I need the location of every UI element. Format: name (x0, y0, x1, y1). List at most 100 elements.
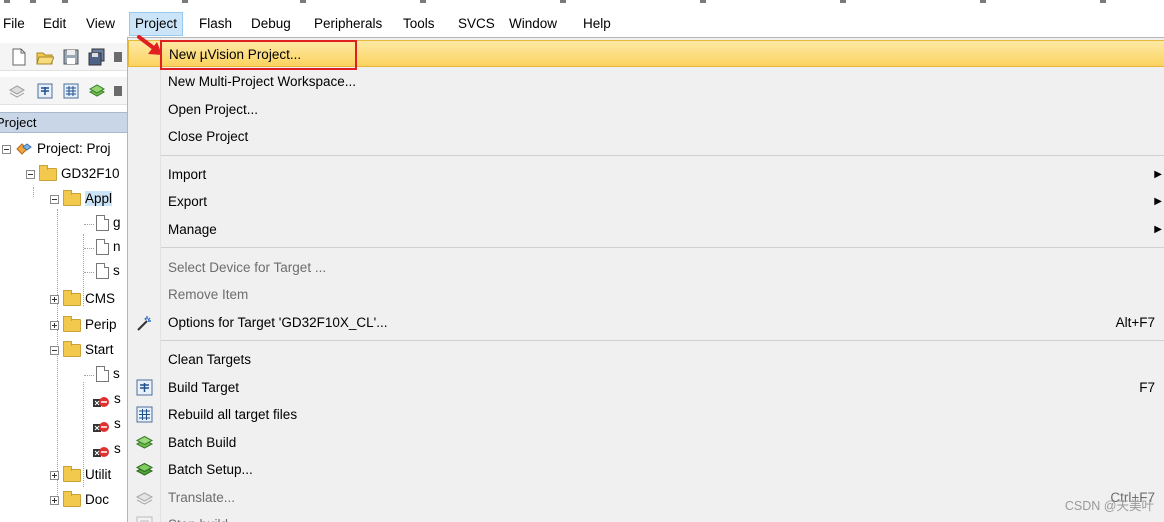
file-icon (96, 263, 109, 280)
tree-file-asm[interactable]: s (92, 387, 121, 411)
tree-file-asm[interactable]: s (92, 412, 121, 436)
submenu-arrow-icon: ▶ (1154, 169, 1162, 180)
menu-item-import[interactable]: Import ▶ (128, 161, 1164, 188)
tree-label: Perip (85, 317, 117, 332)
menu-item-label: Manage (168, 222, 217, 237)
menu-item-manage[interactable]: Manage ▶ (128, 216, 1164, 243)
stop-build-icon (136, 516, 153, 522)
folder-icon (63, 315, 81, 332)
menu-item-new-multi-project-workspace[interactable]: New Multi-Project Workspace... (128, 68, 1164, 95)
menu-item-label: Select Device for Target ... (168, 260, 327, 275)
menu-item-close-project[interactable]: Close Project (128, 123, 1164, 150)
tree-label: CMS (85, 291, 115, 306)
tree-group-application[interactable]: Appl (50, 187, 113, 211)
save-all-icon[interactable] (88, 48, 106, 66)
menu-svcs[interactable]: SVCS (453, 12, 500, 36)
tree-label: Start (85, 342, 114, 357)
menu-item-select-device[interactable]: Select Device for Target ... (128, 254, 1164, 281)
menu-window[interactable]: Window (504, 12, 562, 36)
menu-item-export[interactable]: Export ▶ (128, 188, 1164, 215)
asm-file-icon (93, 447, 109, 458)
tree-file-asm[interactable]: s (92, 437, 121, 461)
menu-item-shortcut: Alt+F7 (1115, 315, 1155, 330)
menu-item-label: New Multi-Project Workspace... (168, 74, 357, 89)
build-icon[interactable] (36, 82, 54, 100)
project-dropdown-menu: New µVision Project... New Multi-Project… (127, 37, 1164, 522)
expand-icon[interactable] (50, 294, 59, 304)
tree-file[interactable]: n (96, 235, 121, 259)
folder-icon (63, 490, 81, 507)
submenu-arrow-icon: ▶ (1154, 196, 1162, 207)
save-icon[interactable] (62, 48, 80, 66)
menu-item-options-for-target[interactable]: Options for Target 'GD32F10X_CL'... Alt+… (128, 309, 1164, 336)
menu-item-batch-setup[interactable]: Batch Setup... (128, 456, 1164, 483)
tree-label: Utilit (85, 467, 112, 482)
menu-item-stop-build[interactable]: Stop build (128, 511, 1164, 522)
tree-group-utilities[interactable]: Utilit (50, 463, 111, 487)
batch-build-icon[interactable] (88, 82, 106, 100)
tree-group-doc[interactable]: Doc (50, 488, 109, 512)
menu-debug[interactable]: Debug (246, 12, 296, 36)
menu-item-open-project[interactable]: Open Project... (128, 96, 1164, 123)
tree-target[interactable]: GD32F10 (26, 162, 120, 186)
file-toolbar (0, 43, 127, 71)
menu-item-translate[interactable]: Translate... Ctrl+F7 (128, 484, 1164, 511)
menu-item-label: Remove Item (168, 287, 249, 302)
translate-icon (135, 492, 154, 505)
tree-file[interactable]: s (96, 362, 120, 386)
menu-item-label: Options for Target 'GD32F10X_CL'... (168, 315, 388, 330)
menu-peripherals[interactable]: Peripherals (309, 12, 387, 36)
menu-bar: File Edit View Project Flash Debug Perip… (0, 12, 1164, 36)
collapse-icon[interactable] (50, 194, 59, 204)
expand-icon[interactable] (50, 470, 59, 480)
collapse-icon[interactable] (50, 345, 59, 355)
batch-build-icon (135, 435, 154, 449)
translate-icon[interactable] (8, 82, 26, 100)
batch-setup-icon (135, 462, 154, 476)
watermark: CSDN @天美叶 (1064, 499, 1154, 513)
tree-label: n (113, 239, 121, 254)
expand-icon[interactable] (50, 320, 59, 330)
menu-item-label: Export (168, 194, 208, 209)
tree-group-startup[interactable]: Start (50, 338, 114, 362)
menu-item-batch-build[interactable]: Batch Build (128, 429, 1164, 456)
new-file-icon[interactable] (10, 48, 28, 66)
build-toolbar (0, 77, 127, 105)
open-folder-icon[interactable] (36, 48, 54, 66)
menu-item-label: Rebuild all target files (168, 407, 298, 422)
collapse-icon[interactable] (26, 169, 35, 179)
project-panel: Project Project: Proj GD32F10 Appl g n s… (0, 37, 128, 522)
menu-help[interactable]: Help (578, 12, 616, 36)
folder-open-icon (63, 189, 81, 206)
tree-label: GD32F10 (61, 166, 120, 181)
menu-item-rebuild-all[interactable]: Rebuild all target files (128, 401, 1164, 428)
menu-item-remove-item[interactable]: Remove Item (128, 281, 1164, 308)
menu-item-clean-targets[interactable]: Clean Targets (128, 346, 1164, 373)
tree-label: s (114, 416, 121, 431)
tree-label: Appl (85, 191, 113, 206)
tree-file[interactable]: g (96, 211, 121, 235)
tree-group-peripherals[interactable]: Perip (50, 313, 117, 337)
target-folder-icon (39, 164, 57, 181)
menu-edit[interactable]: Edit (38, 12, 71, 36)
menu-project[interactable]: Project (129, 12, 184, 36)
expand-icon[interactable] (50, 495, 59, 505)
menu-item-label: Open Project... (168, 102, 259, 117)
tree-file[interactable]: s (96, 259, 120, 283)
menu-item-label: Translate... (168, 490, 236, 505)
asm-file-icon (93, 397, 109, 408)
menu-file[interactable]: File (0, 12, 30, 36)
file-icon (96, 239, 109, 256)
tree-project-root[interactable]: Project: Proj (2, 137, 111, 161)
tree-label: Project: Proj (37, 141, 111, 156)
menu-item-build-target[interactable]: Build Target F7 (128, 374, 1164, 401)
build-icon (136, 379, 153, 396)
submenu-arrow-icon: ▶ (1154, 224, 1162, 235)
rebuild-icon[interactable] (62, 82, 80, 100)
menu-item-label: Build Target (168, 380, 240, 395)
menu-tools[interactable]: Tools (398, 12, 440, 36)
tree-group-cmsis[interactable]: CMS (50, 287, 115, 311)
collapse-icon[interactable] (2, 144, 11, 154)
menu-view[interactable]: View (81, 12, 120, 36)
menu-flash[interactable]: Flash (194, 12, 237, 36)
